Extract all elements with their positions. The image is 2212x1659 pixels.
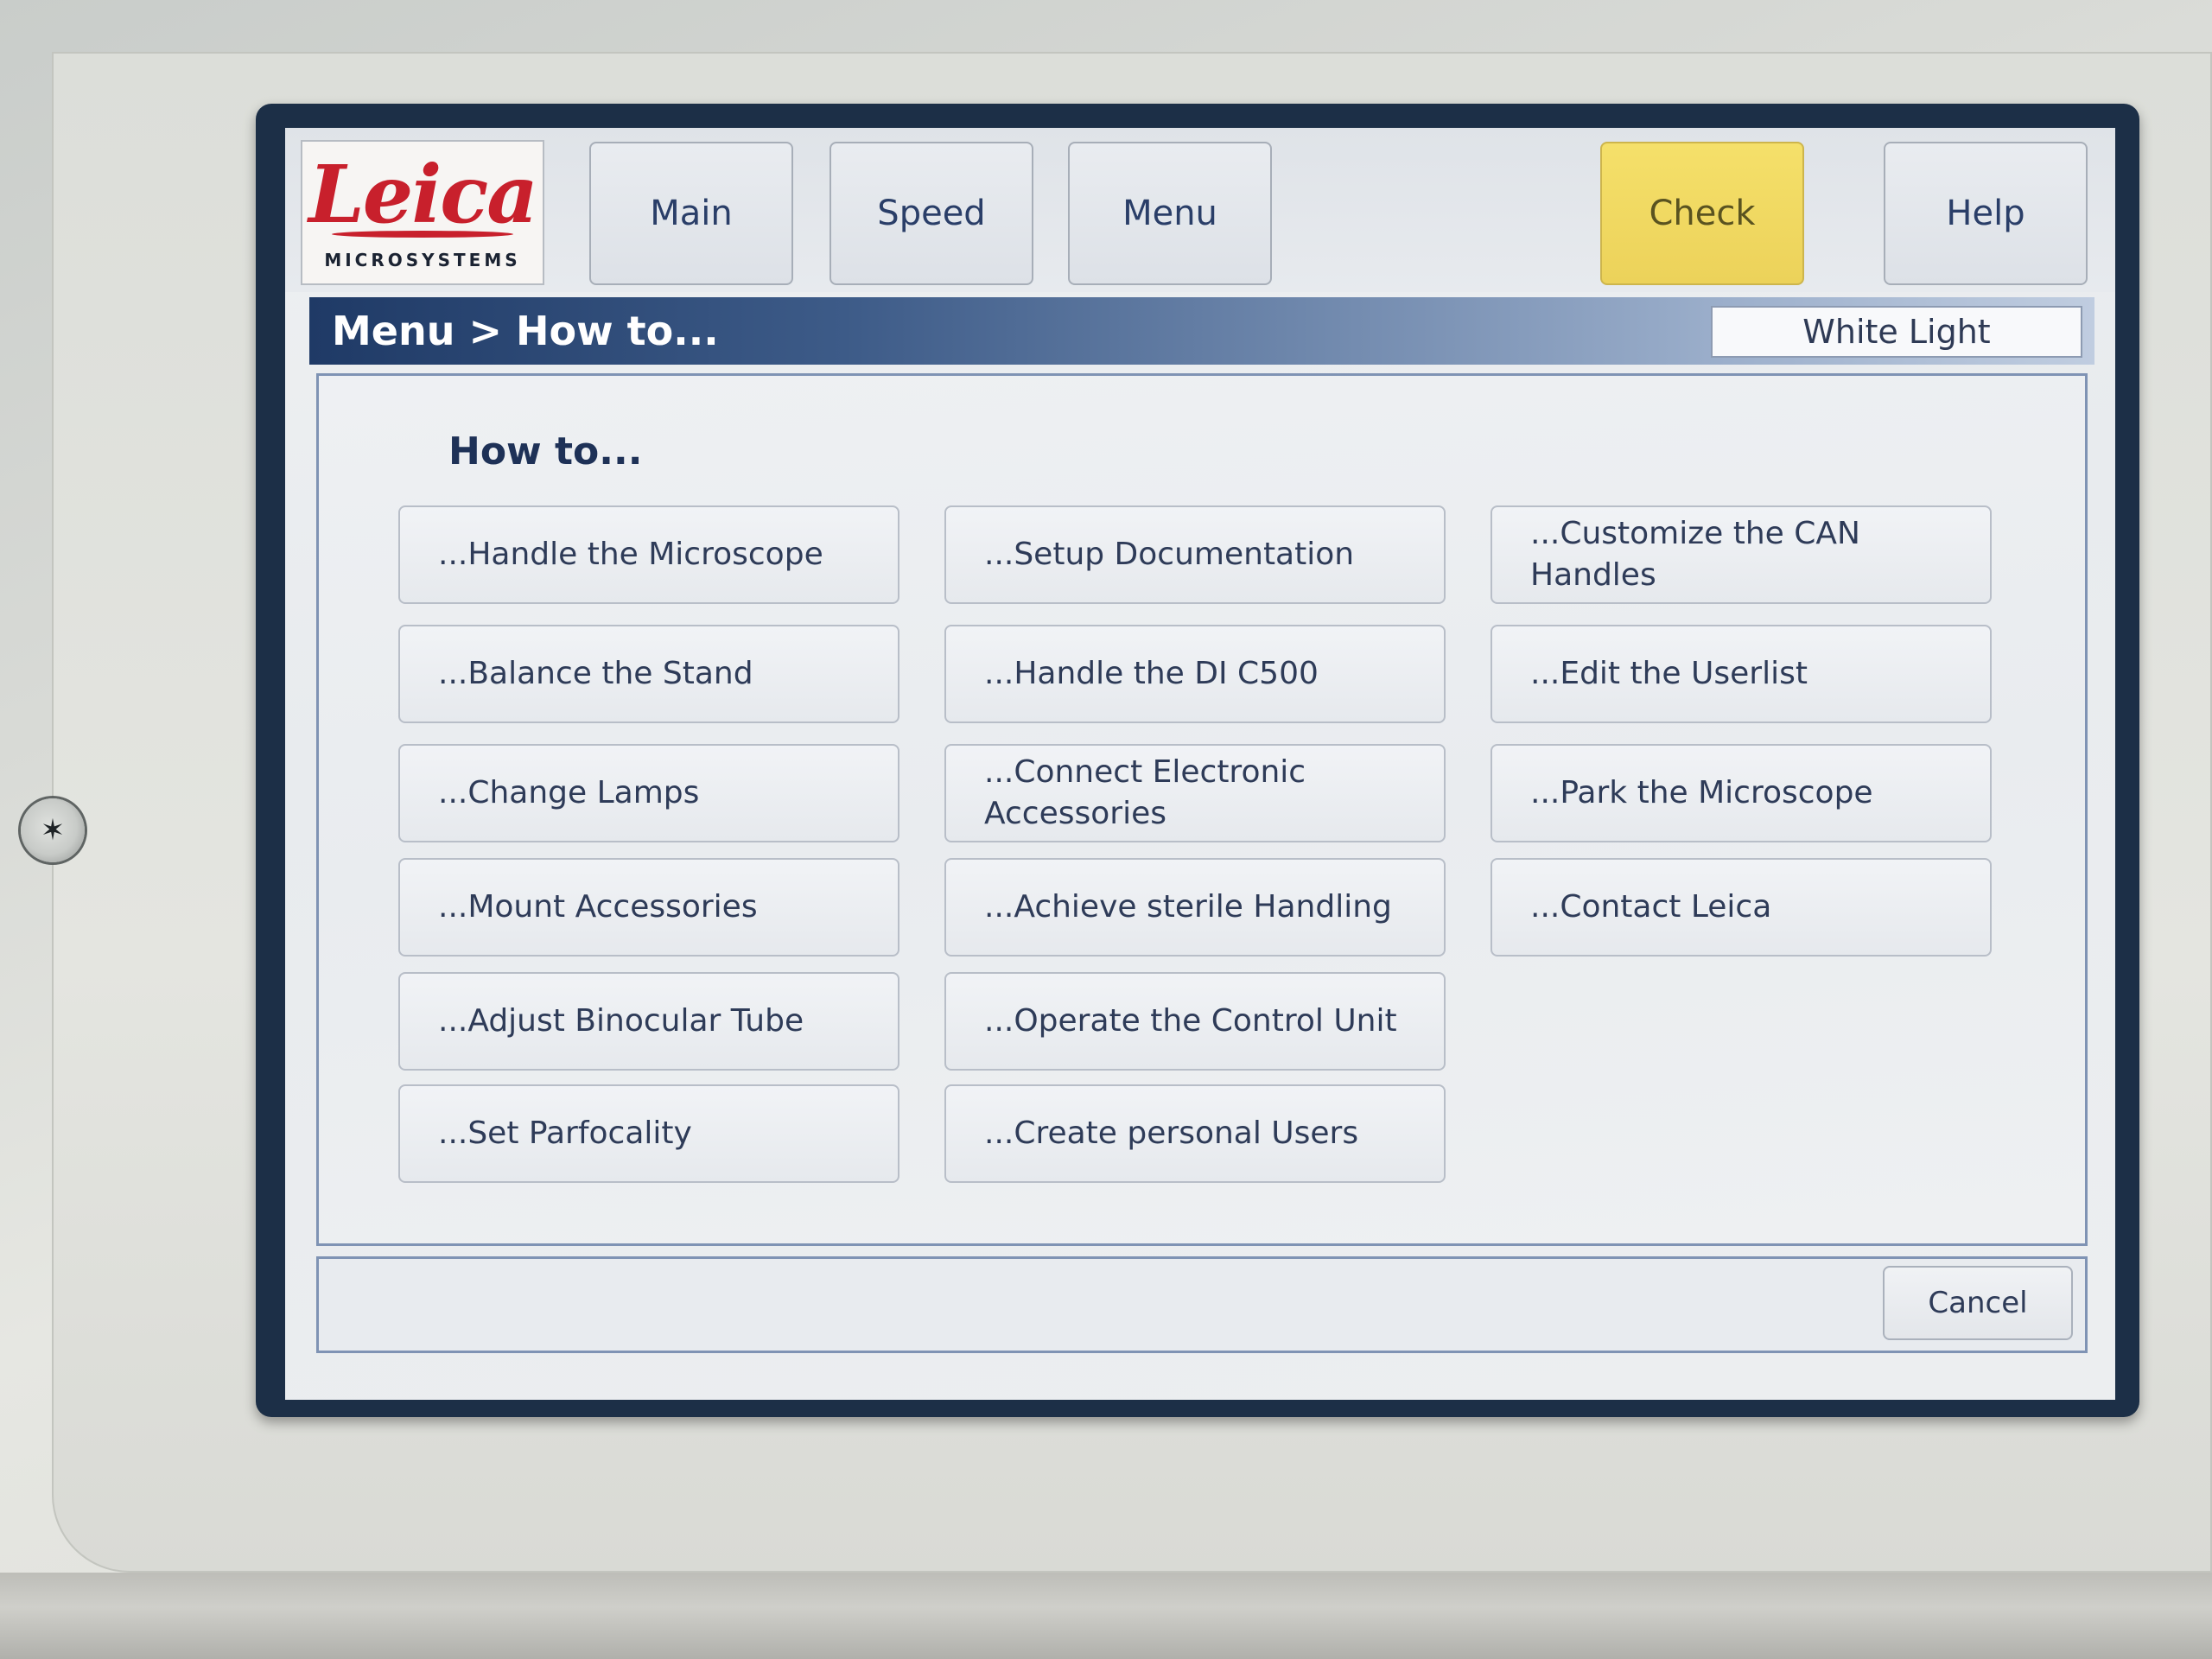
breadcrumb: Menu > How to... — [332, 308, 719, 354]
how-to-balance-stand-button[interactable]: ...Balance the Stand — [398, 625, 899, 723]
menu-button[interactable]: Menu — [1068, 142, 1272, 285]
how-to-set-parfocality-button[interactable]: ...Set Parfocality — [398, 1084, 899, 1183]
logo-swash — [332, 231, 513, 238]
main-button[interactable]: Main — [589, 142, 793, 285]
leica-logo: Leica MICROSYSTEMS — [301, 140, 544, 285]
how-to-adjust-binocular-tube-button[interactable]: ...Adjust Binocular Tube — [398, 972, 899, 1071]
how-to-change-lamps-button[interactable]: ...Change Lamps — [398, 744, 899, 842]
how-to-edit-userlist-button[interactable]: ...Edit the Userlist — [1491, 625, 1992, 723]
how-to-create-personal-users-button[interactable]: ...Create personal Users — [944, 1084, 1446, 1183]
how-to-mount-accessories-button[interactable]: ...Mount Accessories — [398, 858, 899, 957]
screw-icon: ✶ — [21, 798, 85, 862]
bezel-edge — [0, 1573, 2212, 1659]
speed-button[interactable]: Speed — [830, 142, 1033, 285]
top-toolbar: Leica MICROSYSTEMS Main Speed Menu Check… — [285, 128, 2115, 292]
touch-screen: Leica MICROSYSTEMS Main Speed Menu Check… — [285, 128, 2115, 1400]
how-to-connect-electronic-accessories-button[interactable]: ...Connect Electronic Accessories — [944, 744, 1446, 842]
how-to-park-microscope-button[interactable]: ...Park the Microscope — [1491, 744, 1992, 842]
help-button[interactable]: Help — [1884, 142, 2088, 285]
how-to-customize-can-handles-button[interactable]: ...Customize the CAN Handles — [1491, 505, 1992, 604]
cancel-button[interactable]: Cancel — [1883, 1266, 2073, 1340]
breadcrumb-bar: Menu > How to... White Light — [309, 297, 2094, 365]
page-title: How to... — [448, 429, 643, 474]
how-to-setup-documentation-button[interactable]: ...Setup Documentation — [944, 505, 1446, 604]
check-button[interactable]: Check — [1600, 142, 1804, 285]
how-to-handle-di-c500-button[interactable]: ...Handle the DI C500 — [944, 625, 1446, 723]
logo-wordmark: Leica — [308, 148, 538, 241]
how-to-achieve-sterile-handling-button[interactable]: ...Achieve sterile Handling — [944, 858, 1446, 957]
bottom-bar: Cancel — [316, 1256, 2088, 1353]
how-to-operate-control-unit-button[interactable]: ...Operate the Control Unit — [944, 972, 1446, 1071]
logo-subtitle: MICROSYSTEMS — [324, 250, 521, 270]
how-to-contact-leica-button[interactable]: ...Contact Leica — [1491, 858, 1992, 957]
illumination-mode-field: White Light — [1711, 306, 2082, 358]
how-to-panel: How to... ...Handle the Microscope ...Ba… — [316, 373, 2088, 1246]
how-to-handle-microscope-button[interactable]: ...Handle the Microscope — [398, 505, 899, 604]
